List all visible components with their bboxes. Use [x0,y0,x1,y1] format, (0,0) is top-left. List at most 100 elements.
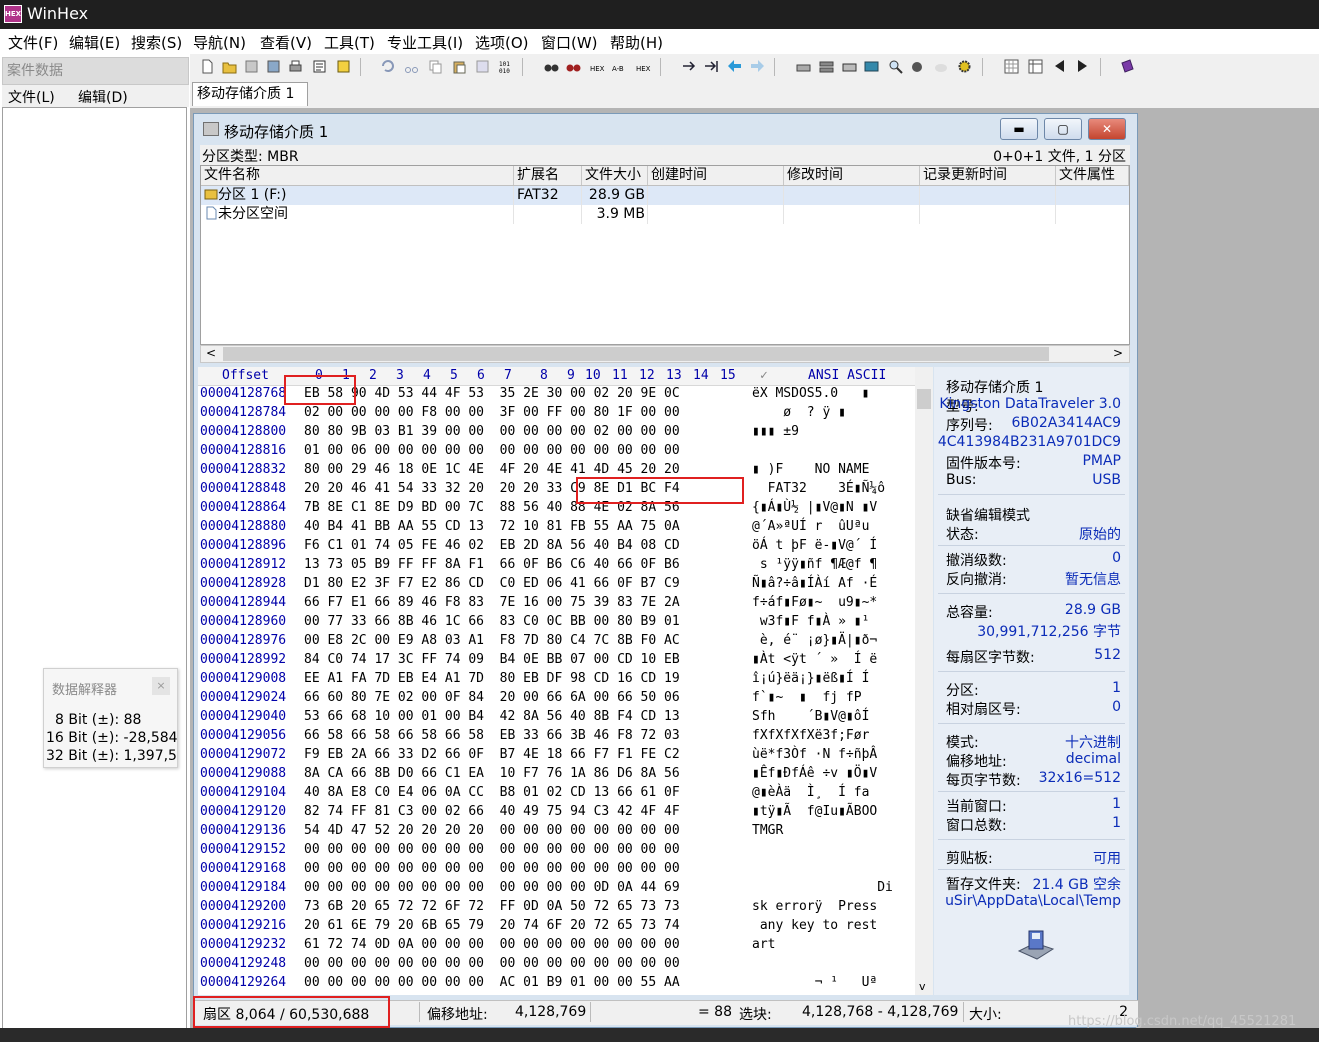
copy-icon[interactable] [428,59,443,74]
ascii-text[interactable]: {▮Á▮Ù½ |▮V@▮N ▮V [752,500,877,515]
hex-bytes[interactable]: 20 61 6E 79 20 6B 65 79 20 74 6F 20 72 6… [304,918,680,933]
ascii-text[interactable]: ùë*f3Òf ·N f÷ñþÂ [752,747,877,762]
hex-bytes[interactable]: F9 EB 2A 66 33 D2 66 0F B7 4E 18 66 F7 F… [304,747,680,762]
back-icon[interactable] [727,59,742,74]
scrollbar-thumb[interactable] [917,389,931,409]
list-item[interactable]: 分区 1 (F:) FAT32 28.9 GB [201,186,1129,205]
hex-bytes[interactable]: 00 00 00 00 00 00 00 00 00 00 00 00 00 0… [304,861,680,876]
hex-bytes[interactable]: 8A CA 66 8B D0 66 C1 EA 10 F7 76 1A 86 D… [304,766,680,781]
ascii-text[interactable]: Di [752,880,893,895]
hex-bytes[interactable]: 61 72 74 0D 0A 00 00 00 00 00 00 00 00 0… [304,937,680,952]
close-icon[interactable]: × [152,677,170,695]
col-modified[interactable]: 修改时间 [784,166,920,185]
hex-bytes[interactable]: EB 58 90 4D 53 44 4F 53 35 2E 30 00 02 2… [304,386,680,401]
cloud-icon[interactable] [934,59,949,74]
ascii-text[interactable]: öÁ t þF ë-▮V@´ Í [752,538,877,553]
menu-tools[interactable]: 工具(T) [324,32,375,53]
hex-bytes[interactable]: 66 60 80 7E 02 00 0F 84 20 00 66 6A 00 6… [304,690,680,705]
ascii-text[interactable]: î¡ú}ëä¡}▮ëß▮Í Í [752,671,869,686]
replace-hex-icon[interactable]: A-B [612,59,627,74]
hex-bytes[interactable]: 73 6B 20 65 72 72 6F 72 FF 0D 0A 50 72 6… [304,899,680,914]
ascii-text[interactable]: ëX MSDOS5.0 ▮ [752,386,869,401]
hex-bytes[interactable]: 00 00 00 00 00 00 00 00 00 00 00 00 00 0… [304,842,680,857]
menu-view[interactable]: 查看(V) [260,32,312,53]
properties-icon[interactable] [312,59,327,74]
ascii-text[interactable]: fXfXfXfXë3f;Før [752,728,869,743]
ascii-text[interactable]: any key to rest [752,918,877,933]
hex-bytes[interactable]: 66 58 66 58 66 58 66 58 EB 33 66 3B 46 F… [304,728,680,743]
find-text-icon[interactable] [544,59,559,74]
case-menu-file[interactable]: 文件(L) [8,87,55,107]
book-icon[interactable] [1120,59,1135,74]
menu-help[interactable]: 帮助(H) [610,32,663,53]
col-ext[interactable]: 扩展名 [514,166,582,185]
horizontal-scrollbar[interactable]: < > [200,345,1130,363]
exit-icon[interactable] [336,59,351,74]
menu-search[interactable]: 搜索(S) [131,32,182,53]
ascii-text[interactable]: f÷áf▮Fø▮~ u9▮~* [752,595,877,610]
undo-icon[interactable] [380,59,395,74]
chevron-down-icon[interactable]: v [919,980,926,993]
vertical-scrollbar[interactable]: v [915,367,933,995]
open-folder-icon[interactable] [222,59,237,74]
table-icon[interactable] [1028,59,1043,74]
grid-icon[interactable] [1004,59,1019,74]
print-icon[interactable] [288,59,303,74]
ascii-text[interactable]: ø ? ÿ ▮ [752,405,846,420]
hex-bytes[interactable]: 40 B4 41 BB AA 55 CD 13 72 10 81 FB 55 A… [304,519,680,534]
open-disk-icon[interactable] [796,59,811,74]
menu-edit[interactable]: 编辑(E) [69,32,120,53]
menu-options[interactable]: 选项(O) [475,32,529,53]
col-size[interactable]: 文件大小 [582,166,648,185]
ascii-text[interactable]: @´A»ªUÍ r ûUªu [752,519,869,534]
next-icon[interactable] [1075,59,1090,74]
ascii-text[interactable]: ▮Àt <ÿt ´ » Í ë [752,652,877,667]
scrollbar-thumb[interactable] [223,347,1049,361]
col-created[interactable]: 创建时间 [648,166,784,185]
ascii-text[interactable]: ▮ )F NO NAME [752,462,869,477]
search-icon[interactable] [888,59,903,74]
save-as-icon[interactable] [266,59,281,74]
ascii-text[interactable]: s ¹ÿÿ▮ñf ¶Æ@f ¶ [752,557,877,572]
forward-icon[interactable] [750,59,765,74]
image-disk-icon[interactable] [842,59,857,74]
ascii-text[interactable]: ▮▮▮ ±9 [752,424,799,439]
goto-sector-icon[interactable] [704,59,719,74]
tab-removable-media[interactable]: 移动存储介质 1 [192,82,308,106]
hex-bytes[interactable]: EE A1 FA 7D EB E4 A1 7D 80 EB DF 98 CD 1… [304,671,680,686]
hex-bytes[interactable]: 00 77 33 66 8B 46 1C 66 83 C0 0C BB 00 8… [304,614,680,629]
ascii-text[interactable]: ¬ ¹ Uª [752,975,878,990]
file-list[interactable]: 文件名称 扩展名 文件大小 创建时间 修改时间 记录更新时间 文件属性 分区 1… [200,165,1130,345]
chevron-right-icon[interactable]: > [1113,346,1123,360]
col-attributes[interactable]: 文件属性 [1056,166,1129,185]
new-file-icon[interactable] [200,59,215,74]
hex-bytes[interactable]: 84 C0 74 17 3C FF 74 09 B4 0E BB 07 00 C… [304,652,680,667]
menu-navigate[interactable]: 导航(N) [193,32,246,53]
case-menu-edit[interactable]: 编辑(D) [78,87,128,107]
hex-bytes[interactable]: 53 66 68 10 00 01 00 B4 42 8A 56 40 8B F… [304,709,680,724]
hex-bytes[interactable]: 80 80 9B 03 B1 39 00 00 00 00 00 00 02 0… [304,424,680,439]
ascii-text[interactable]: art [752,937,775,952]
hex-bytes[interactable]: 80 00 29 46 18 0E 1C 4E 4F 20 4E 41 4D 4… [304,462,680,477]
continue-search-icon[interactable]: HEX [636,59,651,74]
gear-icon[interactable] [957,59,972,74]
hex-bytes[interactable]: 01 00 06 00 00 00 00 00 00 00 00 00 00 0… [304,443,680,458]
hex-bytes[interactable]: 02 00 00 00 00 F8 00 00 3F 00 FF 00 80 1… [304,405,680,420]
hex-bytes[interactable]: 82 74 FF 81 C3 00 02 66 40 49 75 94 C3 4… [304,804,680,819]
write-binary-icon[interactable]: 101010 [498,59,513,74]
ascii-text[interactable]: TMGR [752,823,783,838]
clipboard-icon[interactable] [475,59,490,74]
chevron-left-icon[interactable]: < [206,346,216,360]
ascii-text[interactable]: @▮èÀä Ì¸ Í fa [752,785,869,800]
menu-file[interactable]: 文件(F) [8,32,58,53]
hex-bytes[interactable]: 13 73 05 B9 FF FF 8A F1 66 0F B6 C6 40 6… [304,557,680,572]
ram-editor-icon[interactable] [864,59,879,74]
hex-bytes[interactable]: 00 00 00 00 00 00 00 00 AC 01 B9 01 00 0… [304,975,680,990]
hex-bytes[interactable]: D1 80 E2 3F F7 E2 86 CD C0 ED 06 41 66 0… [304,576,680,591]
col-record-updated[interactable]: 记录更新时间 [920,166,1056,185]
data-interpreter[interactable]: 数据解释器 × 8 Bit (±): 88 16 Bit (±): -28,58… [43,668,178,768]
case-tree[interactable] [2,107,187,1042]
ascii-text[interactable]: ▮Êf▮ÐfÁê ÷v ▮Ö▮V [752,766,877,781]
ascii-text[interactable]: Sfh ´B▮V@▮ôÍ [752,709,869,724]
save-icon[interactable] [244,59,259,74]
